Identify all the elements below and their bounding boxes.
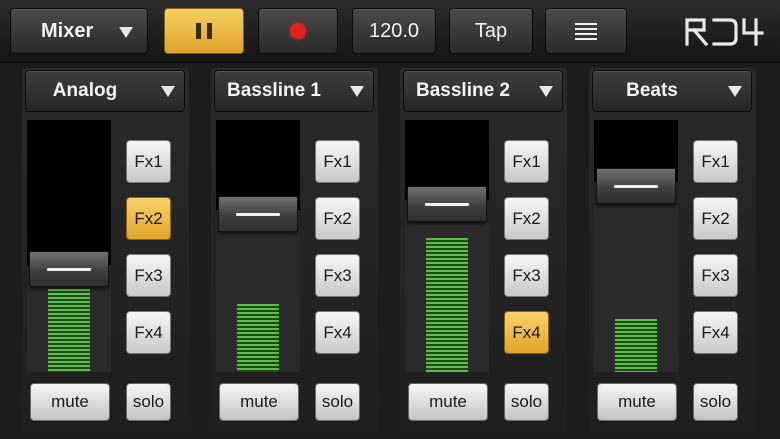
triangle-down-icon <box>119 27 133 38</box>
mute-button[interactable]: mute <box>219 383 299 421</box>
tempo-button[interactable]: 120.0 <box>352 8 436 54</box>
level-meter <box>426 238 468 372</box>
channel-name: Analog <box>52 80 118 101</box>
fx4-send-button[interactable]: Fx4 <box>693 311 738 354</box>
menu-lines-icon <box>575 22 597 40</box>
fx3-send-button[interactable]: Fx3 <box>693 254 738 297</box>
fx4-send-button[interactable]: Fx4 <box>315 311 360 354</box>
mute-button[interactable]: mute <box>408 383 488 421</box>
fx2-send-button[interactable]: Fx2 <box>504 197 549 240</box>
rd4-mixer-app: Mixer 120.0 Tap Analog Fx1 Fx2 Fx3 Fx4 m… <box>0 0 780 439</box>
fx1-send-button[interactable]: Fx1 <box>315 140 360 183</box>
fx1-send-button[interactable]: Fx1 <box>126 140 171 183</box>
channel-select[interactable]: Beats <box>592 70 752 112</box>
volume-fader-handle[interactable] <box>29 251 109 287</box>
channel-fader-track[interactable] <box>405 120 489 372</box>
meter-background <box>27 120 111 265</box>
channel-fader-track[interactable] <box>594 120 678 372</box>
fx2-send-button[interactable]: Fx2 <box>315 197 360 240</box>
tempo-value: 120.0 <box>368 19 420 42</box>
channel-select[interactable]: Bassline 1 <box>214 70 374 112</box>
record-button[interactable] <box>258 8 338 54</box>
fx2-send-button[interactable]: Fx2 <box>126 197 171 240</box>
volume-fader-handle[interactable] <box>407 186 487 222</box>
fx3-send-button[interactable]: Fx3 <box>315 254 360 297</box>
triangle-down-icon <box>728 86 742 97</box>
channel-name: Beats <box>626 80 678 101</box>
channel-strip: Analog Fx1 Fx2 Fx3 Fx4 mute solo <box>22 68 189 434</box>
level-meter <box>48 289 90 372</box>
solo-button[interactable]: solo <box>504 383 549 421</box>
channel-name: Bassline 2 <box>416 80 510 101</box>
channel-select[interactable]: Bassline 2 <box>403 70 563 112</box>
channel-name: Bassline 1 <box>227 80 321 101</box>
channel-strip: Bassline 1 Fx1 Fx2 Fx3 Fx4 mute solo <box>211 68 378 434</box>
channel-select[interactable]: Analog <box>25 70 185 112</box>
level-meter <box>615 319 657 372</box>
volume-fader-handle[interactable] <box>596 168 676 204</box>
triangle-down-icon <box>161 86 175 97</box>
triangle-down-icon <box>539 86 553 97</box>
solo-button[interactable]: solo <box>315 383 360 421</box>
top-toolbar: Mixer 120.0 Tap <box>0 0 780 63</box>
fx4-send-button[interactable]: Fx4 <box>504 311 549 354</box>
menu-button[interactable] <box>545 8 627 54</box>
level-meter <box>237 304 279 372</box>
volume-fader-handle[interactable] <box>218 196 298 232</box>
record-dot-icon <box>290 23 306 39</box>
tap-label: Tap <box>474 19 508 42</box>
solo-button[interactable]: solo <box>126 383 171 421</box>
rd4-logo <box>684 16 766 51</box>
mute-button[interactable]: mute <box>30 383 110 421</box>
fx1-send-button[interactable]: Fx1 <box>504 140 549 183</box>
rd4-logo-icon <box>685 18 764 47</box>
pause-icon <box>196 23 212 39</box>
triangle-down-icon <box>350 86 364 97</box>
tap-tempo-button[interactable]: Tap <box>449 8 533 54</box>
fx3-send-button[interactable]: Fx3 <box>504 254 549 297</box>
channel-strip: Bassline 2 Fx1 Fx2 Fx3 Fx4 mute solo <box>400 68 567 434</box>
channel-fader-track[interactable] <box>216 120 300 372</box>
fx3-send-button[interactable]: Fx3 <box>126 254 171 297</box>
mode-select-label: Mixer <box>41 19 94 42</box>
pause-button[interactable] <box>164 8 244 54</box>
channel-strip: Beats Fx1 Fx2 Fx3 Fx4 mute solo <box>589 68 756 434</box>
mute-button[interactable]: mute <box>597 383 677 421</box>
mode-select[interactable]: Mixer <box>10 8 148 54</box>
fx1-send-button[interactable]: Fx1 <box>693 140 738 183</box>
solo-button[interactable]: solo <box>693 383 738 421</box>
fx2-send-button[interactable]: Fx2 <box>693 197 738 240</box>
fx4-send-button[interactable]: Fx4 <box>126 311 171 354</box>
channel-fader-track[interactable] <box>27 120 111 372</box>
